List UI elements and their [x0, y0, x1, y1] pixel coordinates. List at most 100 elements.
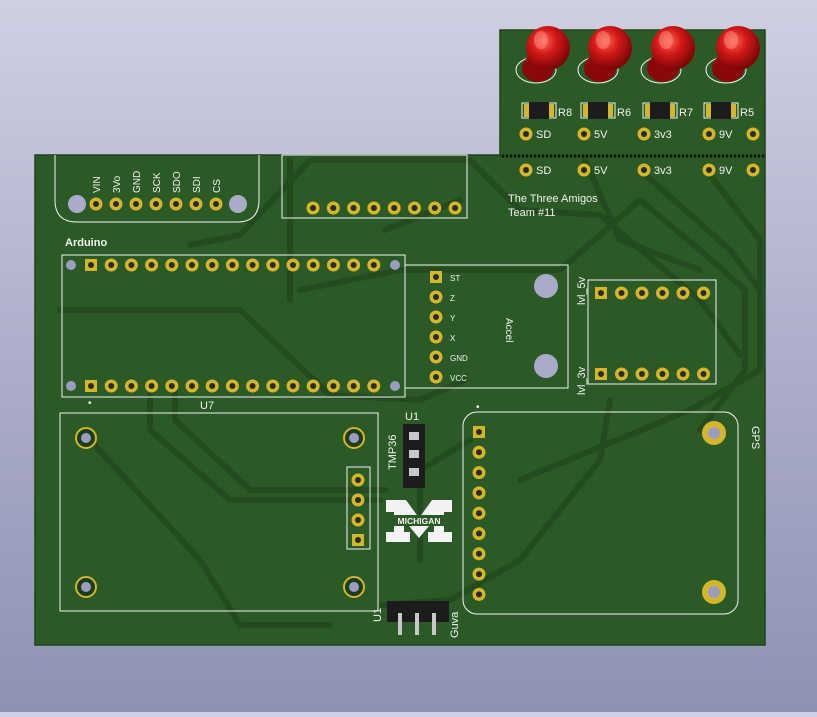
pad [347, 201, 361, 215]
arduino-label: Arduino [65, 237, 107, 249]
pad [676, 367, 690, 381]
rail-label: SD [536, 129, 551, 141]
pad [637, 127, 651, 141]
pad [185, 258, 199, 272]
mount-hole [68, 195, 86, 213]
pad [746, 127, 760, 141]
rail-label: 5V [594, 129, 608, 141]
pad [428, 201, 442, 215]
pad [429, 310, 443, 324]
tmp36-label: TMP36 [387, 435, 399, 470]
resistor-ref: R8 [558, 107, 572, 119]
pad [149, 197, 163, 211]
pad [637, 163, 651, 177]
pad [165, 379, 179, 393]
gps-pin1-marker: • [476, 402, 480, 413]
pad [697, 286, 710, 300]
accel-label: Accel [503, 318, 514, 342]
resistor [580, 102, 616, 119]
pcb-3d-viewer[interactable]: VIN 3Vo GND SCK SDO SDI CS Arduino U7 • Accel … [0, 0, 817, 712]
pad [615, 286, 628, 300]
gps-label: GPS [749, 426, 761, 449]
pad [306, 201, 320, 215]
resistor-ref: R5 [740, 107, 754, 119]
guva-label: Guva [449, 611, 461, 638]
pad [129, 197, 143, 211]
lvl-3v-label: lvl_3v [576, 366, 588, 395]
pad [286, 258, 300, 272]
accel-pin-label: X [450, 334, 456, 343]
sensor-pin-label: VIN [92, 176, 103, 193]
pad [145, 379, 159, 393]
rail-label: 5V [594, 165, 608, 177]
pad [367, 379, 381, 393]
pad [326, 258, 340, 272]
pad [246, 379, 260, 393]
pad [266, 258, 280, 272]
pad [429, 350, 443, 364]
pad [676, 286, 690, 300]
pad [205, 258, 219, 272]
pad [577, 163, 591, 177]
pad [429, 330, 443, 344]
rail-label: 9V [719, 165, 733, 177]
sensor-pin-label: CS [212, 179, 223, 193]
pad [448, 201, 462, 215]
pad [246, 258, 260, 272]
pad [615, 367, 628, 381]
resistor [642, 102, 678, 119]
resistor-ref: R7 [679, 107, 693, 119]
pad [104, 258, 118, 272]
pad [104, 379, 118, 393]
pad [109, 197, 123, 211]
pad [89, 197, 103, 211]
pcb-board [34, 29, 766, 646]
pad [347, 258, 361, 272]
pad [85, 259, 97, 271]
rail-label: 3v3 [654, 129, 672, 141]
pad [352, 534, 364, 546]
rail-label: 3v3 [654, 165, 672, 177]
pad [408, 201, 421, 215]
sensor-pin-label: SCK [152, 172, 163, 193]
pad [635, 286, 649, 300]
pad [519, 127, 533, 141]
pad [473, 426, 485, 438]
pad [472, 527, 486, 540]
pad [367, 201, 381, 215]
pad [430, 271, 442, 283]
pad [429, 290, 443, 304]
pad [185, 379, 199, 393]
sensor-pin-label: 3Vo [112, 175, 123, 193]
logo-text: MICHIGAN [398, 516, 441, 526]
pad [165, 258, 179, 272]
rail-label: SD [536, 165, 551, 177]
pad [472, 506, 486, 520]
pad [519, 163, 533, 177]
lvl-5v-label: lvl_5v [576, 276, 588, 305]
pad [697, 367, 710, 381]
pad [702, 127, 716, 141]
sensor-pin-label: GND [132, 171, 143, 193]
pad [472, 567, 486, 581]
pad [595, 287, 607, 299]
pad [326, 201, 340, 215]
pad [145, 258, 159, 272]
mount-hole [229, 195, 247, 213]
resistor [703, 102, 739, 119]
accel-pin-label: GND [450, 354, 468, 363]
sensor-pin-label: SDO [172, 171, 183, 193]
sensor-pin-label: SDI [192, 176, 203, 193]
resistor-ref: R6 [617, 107, 631, 119]
pad [347, 379, 361, 393]
pad [387, 201, 401, 215]
tmp36-ref: U1 [405, 411, 419, 423]
pad [306, 258, 320, 272]
accel-pin-label: Y [450, 314, 456, 323]
pad [635, 367, 649, 381]
pad [351, 513, 365, 527]
pad [472, 587, 486, 601]
pad [367, 258, 381, 272]
board-team: Team #11 [508, 207, 556, 219]
pad [306, 379, 320, 393]
